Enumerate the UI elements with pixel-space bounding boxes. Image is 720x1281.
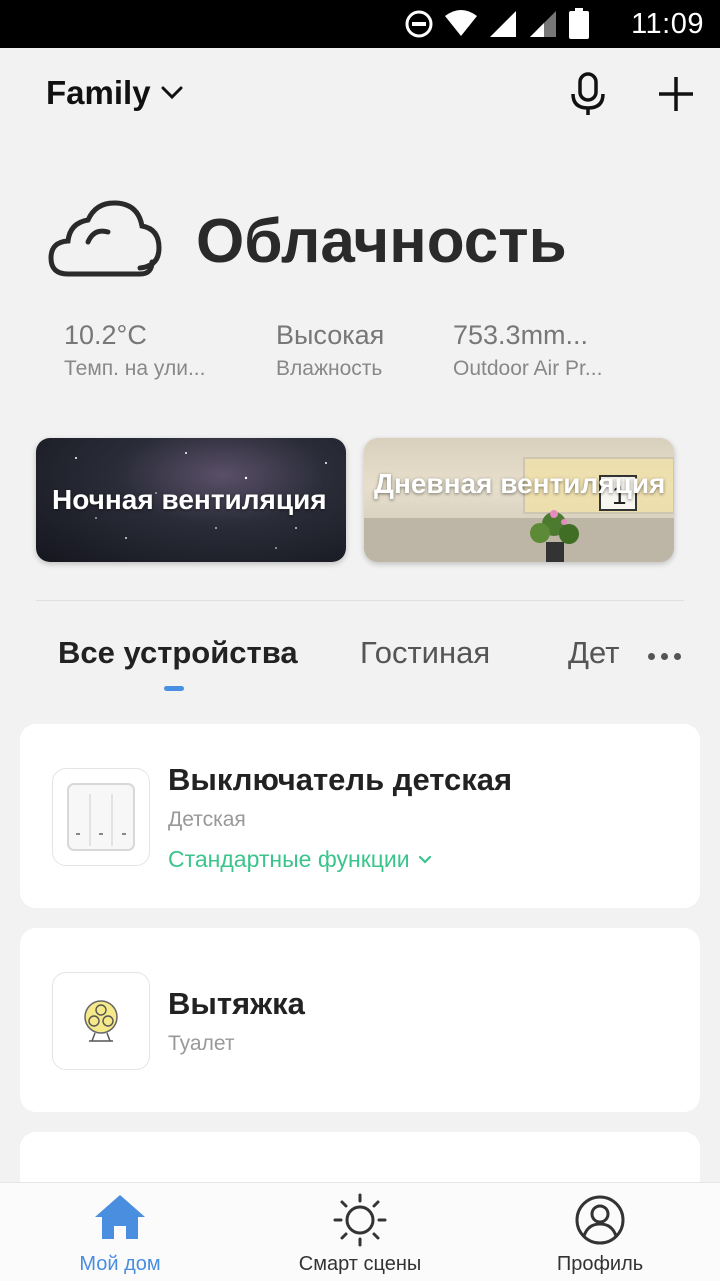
signal-2-icon [530,11,556,37]
dot [647,652,655,660]
nav-label: Профиль [556,1253,644,1275]
standard-functions-toggle[interactable]: Стандартные функции [168,846,432,873]
device-name: Выключатель детская [168,762,513,797]
clock: 11:09 [631,8,704,40]
device-thumbnail [52,972,150,1070]
stat-value: Высокая [276,320,385,350]
device-thumbnail [52,768,150,866]
chevron-down-icon [418,855,431,864]
nav-label: Смарт сцены [298,1253,422,1275]
humidity: Высокая Влажность [276,320,436,381]
scene-card-day-ventilation[interactable]: 1 Дневная вентиляция [364,438,674,562]
status-bar: 11:09 [0,0,720,48]
outdoor-temperature: 10.2°C Темп. на ули... [64,320,224,381]
profile-icon [575,1195,625,1245]
dot [660,652,668,660]
header: Family [0,48,720,144]
weather-condition: Облачность [196,207,567,276]
home-icon [95,1195,145,1239]
dnd-icon [405,10,433,38]
battery-icon [569,8,589,39]
tab-kids-room[interactable]: Дет [568,635,619,671]
device-card-exhaust-fan[interactable]: Вытяжка Туалет [20,928,700,1112]
home-selector[interactable]: Family [46,74,183,112]
divider [36,600,684,601]
device-card-switch[interactable]: Выключатель детская Детская Стандартные … [20,724,700,908]
microphone-icon [571,72,605,115]
nav-my-home[interactable]: Мой дом [0,1183,240,1281]
air-pressure: 753.3mm... Outdoor Air Pr... [453,320,623,381]
status-icons [404,8,590,40]
scene-card-night-ventilation[interactable]: Ночная вентиляция [36,438,346,562]
stat-value: 753.3mm... [453,320,589,350]
wifi-icon [445,10,477,36]
active-tab-indicator [164,686,184,691]
room-tabs: Все устройства Гостиная Дет [0,630,720,700]
plus-icon [659,77,693,111]
bottom-navigation: Мой дом Смарт сцены Профиль [0,1182,720,1281]
cloud-icon [48,200,162,277]
add-button[interactable] [652,70,700,118]
fan-icon [84,1000,118,1042]
stat-value: 10.2°C [64,320,147,350]
device-room: Туалет [168,1032,235,1055]
signal-icon [490,11,516,37]
chevron-down-icon [161,86,183,100]
more-tabs-button[interactable] [640,636,688,676]
device-room: Детская [168,808,246,831]
home-name: Family [46,74,151,111]
nav-label: Мой дом [79,1253,161,1275]
tab-all-devices[interactable]: Все устройства [58,635,298,671]
functions-label: Стандартные функции [168,846,410,872]
device-name: Вытяжка [168,986,305,1021]
wall-switch-icon [67,783,135,851]
scene-title: Дневная вентиляция [374,468,666,499]
nav-profile[interactable]: Профиль [480,1183,720,1281]
stat-label: Темп. на ули... [64,357,206,380]
stat-label: Влажность [276,357,383,380]
nav-smart-scenes[interactable]: Смарт сцены [240,1183,480,1281]
voice-button[interactable] [564,70,612,118]
dot [673,652,681,660]
tab-living-room[interactable]: Гостиная [360,635,490,671]
stat-label: Outdoor Air Pr... [453,357,603,380]
scene-title: Ночная вентиляция [52,484,327,515]
sun-icon [333,1193,387,1247]
